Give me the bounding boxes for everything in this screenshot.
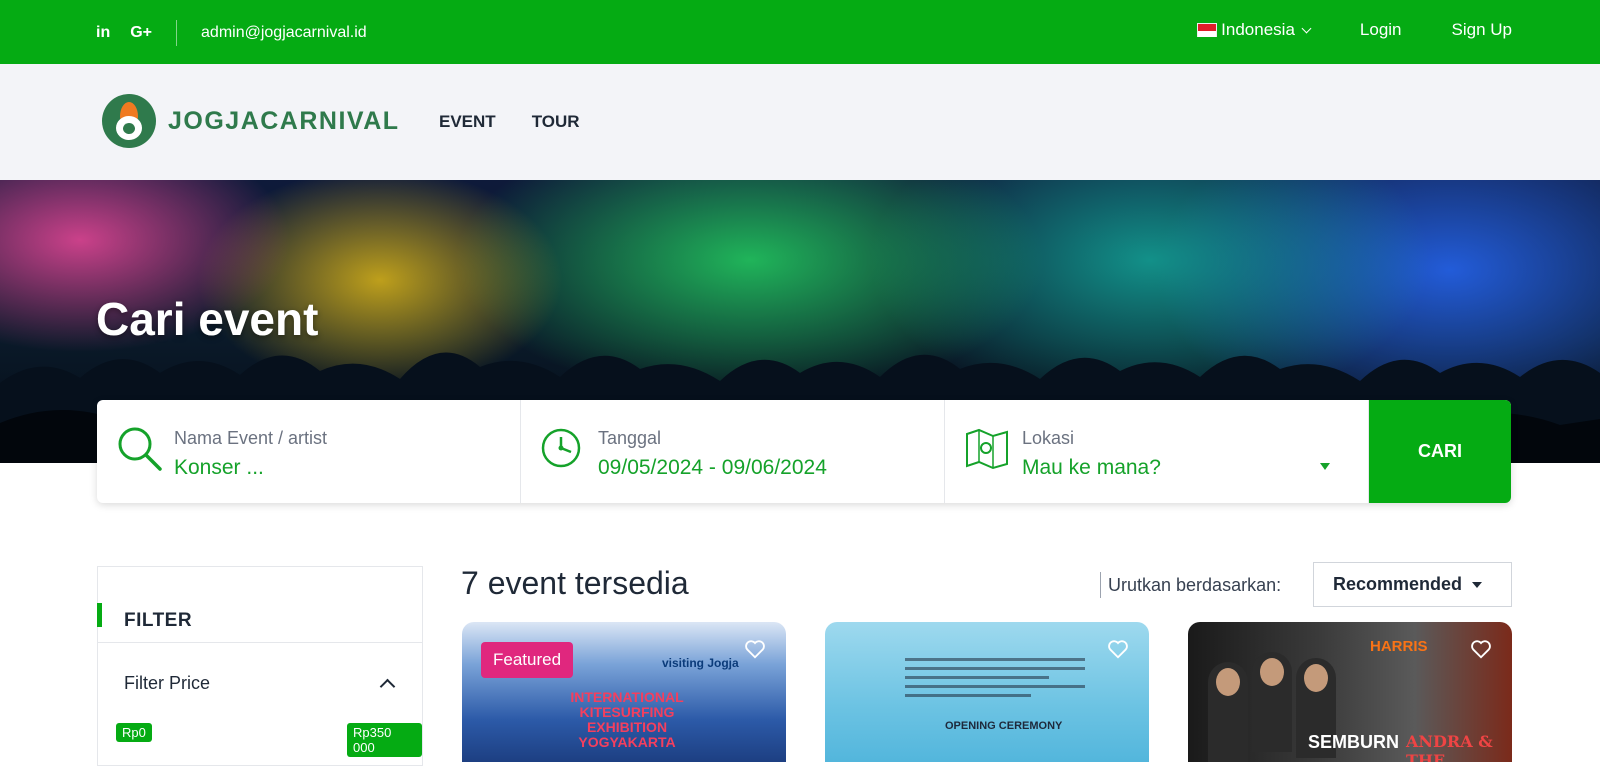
heart-icon[interactable] bbox=[1470, 638, 1492, 660]
poster-tag: visiting Jogja bbox=[662, 656, 739, 670]
event-search-field[interactable]: Nama Event / artist Konser ... bbox=[97, 400, 521, 503]
sort-dropdown[interactable]: Recommended bbox=[1313, 562, 1512, 607]
event-card[interactable]: Featured visiting Jogja INTERNATIONAL KI… bbox=[462, 622, 786, 762]
filter-sidebar: FILTER Filter Price Rp0 Rp350 000 bbox=[97, 566, 423, 766]
map-icon bbox=[966, 428, 1008, 470]
nav-tour[interactable]: TOUR bbox=[532, 112, 580, 132]
brand-name: JOGJACARNIVAL bbox=[168, 106, 400, 135]
nav-links: EVENT TOUR bbox=[439, 112, 580, 132]
top-right-menu: Indonesia Login Sign Up bbox=[1197, 20, 1512, 40]
poster-subtitle: ANDRA & THE BACKBONE bbox=[1406, 732, 1493, 762]
heart-icon[interactable] bbox=[1107, 638, 1129, 660]
filter-price-title[interactable]: Filter Price bbox=[124, 673, 210, 694]
date-field[interactable]: Tanggal 09/05/2024 - 09/06/2024 bbox=[521, 400, 945, 503]
login-link[interactable]: Login bbox=[1360, 20, 1402, 40]
filter-accent-bar bbox=[97, 603, 102, 627]
social-links: in G+ admin@jogjacarnival.id bbox=[96, 20, 367, 46]
sort-label: Urutkan berdasarkan: bbox=[1108, 575, 1282, 595]
top-bar: in G+ admin@jogjacarnival.id Indonesia L… bbox=[0, 0, 1600, 64]
caret-down-icon bbox=[1472, 581, 1483, 588]
language-selector[interactable]: Indonesia bbox=[1197, 20, 1312, 40]
search-panel: Nama Event / artist Konser ... Tanggal 0… bbox=[97, 400, 1511, 503]
linkedin-icon[interactable]: in bbox=[96, 24, 110, 42]
filter-divider bbox=[98, 642, 422, 643]
poster-person bbox=[1208, 662, 1248, 762]
nav-event[interactable]: EVENT bbox=[439, 112, 496, 132]
language-label: Indonesia bbox=[1221, 20, 1295, 39]
hero-title: Cari event bbox=[96, 293, 319, 345]
search-button[interactable]: CARI bbox=[1369, 400, 1511, 503]
signup-link[interactable]: Sign Up bbox=[1452, 20, 1512, 40]
event-card[interactable]: HARRIS SEMBURN ANDRA & THE BACKBONE bbox=[1188, 622, 1512, 762]
chevron-down-icon bbox=[1301, 23, 1312, 33]
main-navbar: JOGJACARNIVAL EVENT TOUR bbox=[0, 64, 1600, 180]
search-icon bbox=[118, 427, 162, 471]
divider bbox=[176, 20, 178, 46]
poster-title: OPENING CEREMONY bbox=[945, 720, 1063, 732]
filter-title: FILTER bbox=[124, 610, 193, 631]
poster-text-lines bbox=[905, 652, 1085, 703]
heart-icon[interactable] bbox=[744, 638, 766, 660]
location-field[interactable]: Lokasi Mau ke mana? bbox=[945, 400, 1369, 503]
results-count: 7 event tersedia bbox=[461, 565, 689, 601]
clock-icon bbox=[541, 428, 581, 468]
flame-logo-icon bbox=[102, 94, 156, 148]
sort-value: Recommended bbox=[1333, 574, 1463, 594]
date-range-input[interactable]: 09/05/2024 - 09/06/2024 bbox=[598, 456, 827, 480]
date-label: Tanggal bbox=[598, 428, 662, 448]
contact-email[interactable]: admin@jogjacarnival.id bbox=[201, 24, 367, 42]
indonesia-flag-icon bbox=[1197, 23, 1218, 37]
dropdown-caret-icon[interactable] bbox=[1320, 463, 1330, 470]
sort-divider bbox=[1100, 572, 1101, 598]
brand-logo[interactable]: JOGJACARNIVAL bbox=[102, 94, 400, 148]
poster-brand: HARRIS bbox=[1370, 638, 1428, 655]
chevron-up-icon[interactable] bbox=[379, 678, 396, 695]
event-card[interactable]: OPENING CEREMONY bbox=[825, 622, 1149, 762]
event-search-input[interactable]: Konser ... bbox=[174, 456, 264, 480]
google-plus-icon[interactable]: G+ bbox=[130, 24, 152, 42]
poster-person bbox=[1252, 652, 1292, 752]
featured-badge: Featured bbox=[481, 642, 574, 678]
event-search-label: Nama Event / artist bbox=[174, 428, 328, 448]
location-label: Lokasi bbox=[1022, 428, 1075, 448]
poster-title: INTERNATIONAL KITESURFING EXHIBITION YOG… bbox=[570, 689, 684, 750]
location-select[interactable]: Mau ke mana? bbox=[1022, 456, 1161, 480]
price-max-badge: Rp350 000 bbox=[347, 723, 422, 757]
price-min-badge: Rp0 bbox=[116, 723, 152, 742]
